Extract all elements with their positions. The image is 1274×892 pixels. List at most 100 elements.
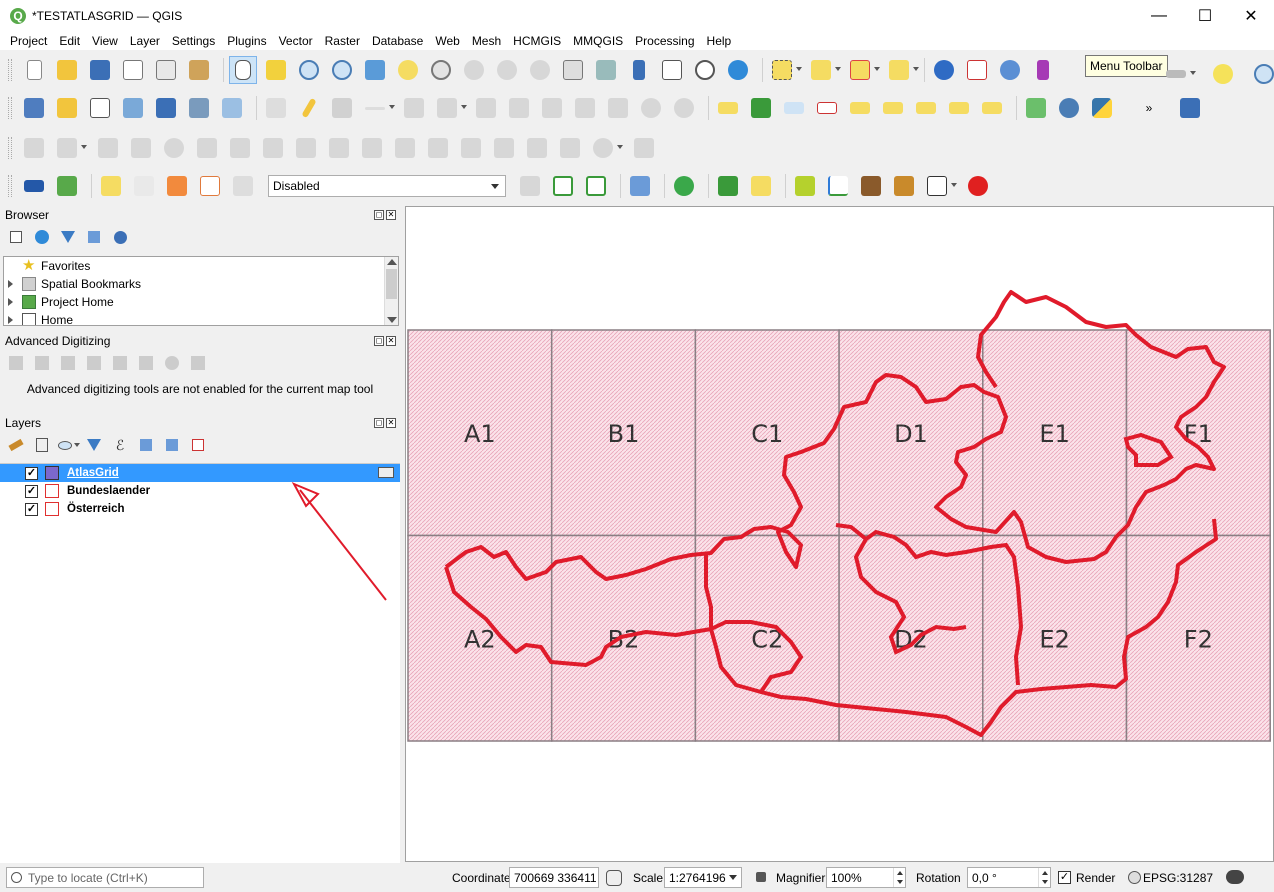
simplify-feature-button[interactable]	[127, 134, 155, 162]
delete-ring-button[interactable]	[259, 134, 287, 162]
pin-labels-button[interactable]	[846, 94, 874, 122]
menu-raster[interactable]: Raster	[319, 32, 366, 50]
menu-vector[interactable]: Vector	[273, 32, 319, 50]
perpendicular-button[interactable]	[84, 353, 104, 373]
open-project-button[interactable]	[53, 56, 81, 84]
statistics-button[interactable]	[1029, 56, 1057, 84]
save-project-button[interactable]	[86, 56, 114, 84]
zoom-in-button[interactable]	[295, 56, 323, 84]
help-button[interactable]	[1176, 94, 1204, 122]
scroll-down-icon[interactable]	[387, 317, 397, 323]
expand-all-button[interactable]	[136, 435, 156, 455]
style-manager-button[interactable]	[185, 56, 213, 84]
browser-scrollbar[interactable]	[384, 257, 398, 325]
menu-settings[interactable]: Settings	[166, 32, 221, 50]
collapse-all-button[interactable]	[84, 227, 104, 247]
new-memory-layer-button[interactable]	[185, 94, 213, 122]
highlight-pinned-labels-button[interactable]	[780, 94, 808, 122]
merge-features-button[interactable]	[523, 134, 551, 162]
crossing-tool-button[interactable]	[747, 172, 775, 200]
map-tips-button[interactable]	[1209, 60, 1237, 88]
offset-point-symbols-button[interactable]	[630, 134, 658, 162]
zoom-to-layer-button[interactable]	[427, 56, 455, 84]
new-map-view-button[interactable]	[559, 56, 587, 84]
scroll-thumb[interactable]	[386, 269, 397, 299]
new-print-layout-button[interactable]	[119, 56, 147, 84]
maximize-button[interactable]: ☐	[1182, 0, 1228, 32]
scale-combobox[interactable]: 1:2764196	[664, 867, 742, 888]
crs-button[interactable]: EPSG:31287	[1143, 871, 1213, 885]
map-svg[interactable]: A1 B1 C1 D1 E1 F1A2 B2 C2 D2 E2 F2	[406, 207, 1274, 862]
layout-manager-button[interactable]	[152, 56, 180, 84]
share-button[interactable]	[670, 172, 698, 200]
attribute-edit-button[interactable]	[472, 94, 500, 122]
change-label-button[interactable]	[978, 94, 1006, 122]
print-button[interactable]	[20, 172, 48, 200]
label-settings-button[interactable]	[714, 94, 742, 122]
zoom-to-selection-button[interactable]	[394, 56, 422, 84]
zoom-full-button[interactable]	[361, 56, 389, 84]
tracing-mode-select[interactable]: Disabled	[268, 175, 506, 197]
search-plugin-button[interactable]	[714, 172, 742, 200]
minimize-button[interactable]: —	[1136, 0, 1182, 32]
qgis-hub-button[interactable]	[53, 172, 81, 200]
menu-edit[interactable]: Edit	[53, 32, 86, 50]
locator-settings-button[interactable]	[1250, 60, 1274, 88]
snapping-cad-button[interactable]	[110, 353, 130, 373]
magnifier-spinbox[interactable]: 100%	[826, 867, 906, 888]
tree-item-favorites[interactable]: ★ Favorites	[4, 257, 398, 275]
select-features-button[interactable]	[768, 56, 802, 84]
toolbar-handle[interactable]	[8, 175, 12, 197]
close-panel-icon[interactable]: ✕	[386, 210, 396, 220]
tree-item-home[interactable]: Home	[4, 311, 398, 325]
parallel-button[interactable]	[58, 353, 78, 373]
refresh-button[interactable]	[724, 56, 752, 84]
float-panel-icon[interactable]: ◻	[374, 418, 384, 428]
add-polygon-button[interactable]	[400, 94, 428, 122]
properties-button[interactable]	[110, 227, 130, 247]
menu-web[interactable]: Web	[429, 32, 465, 50]
construction-mode-button[interactable]	[32, 353, 52, 373]
new-gpkg-button[interactable]	[152, 94, 180, 122]
menu-project[interactable]: Project	[4, 32, 53, 50]
zoom-out-button[interactable]	[328, 56, 356, 84]
redo-button[interactable]	[670, 94, 698, 122]
menu-database[interactable]: Database	[366, 32, 429, 50]
tree-item-spatial-bookmarks[interactable]: Spatial Bookmarks	[4, 275, 398, 293]
measure-button[interactable]	[1162, 60, 1196, 88]
lock-scale-icon[interactable]	[756, 872, 766, 882]
float-panel-icon[interactable]: ◻	[374, 336, 384, 346]
new-note-button[interactable]	[97, 172, 125, 200]
stars-button[interactable]	[229, 172, 257, 200]
hammer-tool-button[interactable]	[857, 172, 885, 200]
scroll-up-icon[interactable]	[387, 259, 397, 265]
toolbar-overflow-button[interactable]: »	[1135, 94, 1163, 122]
filter-by-expression-button[interactable]: ℰ	[110, 435, 130, 455]
coordinate-field[interactable]: 700669 336411	[509, 867, 599, 888]
diagram-properties-button[interactable]	[747, 94, 775, 122]
menu-plugins[interactable]: Plugins	[221, 32, 272, 50]
undo-button[interactable]	[637, 94, 665, 122]
toggle-extents-icon[interactable]	[606, 870, 622, 886]
offset-curve-button[interactable]	[358, 134, 386, 162]
move-feature-button[interactable]	[53, 134, 87, 162]
add-arrow-button[interactable]	[163, 172, 191, 200]
expand-arrow-icon[interactable]	[8, 298, 14, 306]
attribute-table-button[interactable]	[963, 56, 991, 84]
edits-button[interactable]	[262, 94, 290, 122]
cut-features-button[interactable]	[538, 94, 566, 122]
menu-hcmgis[interactable]: HCMGIS	[507, 32, 567, 50]
temporal-controller-button[interactable]	[691, 56, 719, 84]
delete-selected-button[interactable]	[505, 94, 533, 122]
deselect-features-button[interactable]	[846, 56, 880, 84]
toggle-editing-button[interactable]	[295, 94, 323, 122]
add-ring-button[interactable]	[160, 134, 188, 162]
spinner-arrows-icon[interactable]	[1038, 868, 1050, 887]
new-bookmark-button[interactable]	[625, 56, 653, 84]
toolbar-handle[interactable]	[8, 97, 12, 119]
cad-more-button[interactable]	[188, 353, 208, 373]
close-panel-icon[interactable]: ✕	[386, 418, 396, 428]
cad-tool-button[interactable]	[20, 134, 48, 162]
menu-processing[interactable]: Processing	[629, 32, 700, 50]
floater-button[interactable]	[136, 353, 156, 373]
